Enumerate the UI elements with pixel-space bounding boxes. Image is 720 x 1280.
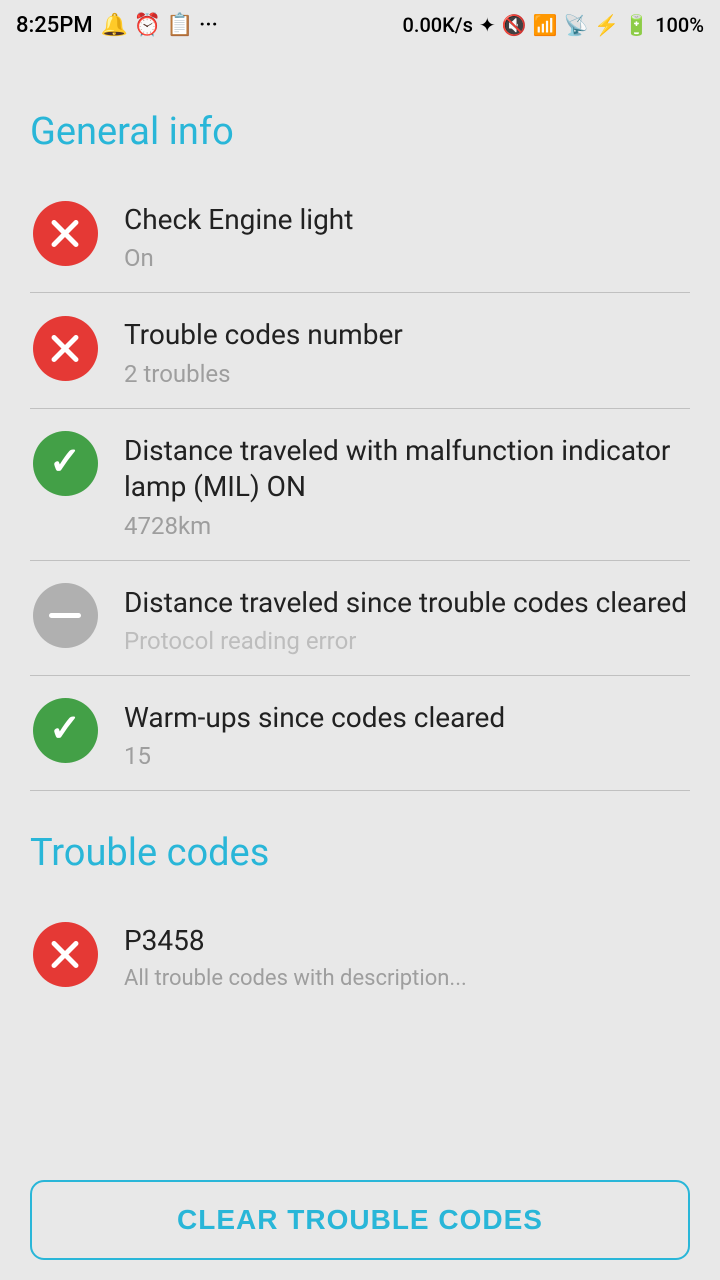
main-content: General info Check Engine light On Troub… <box>0 50 720 1131</box>
battery-icon: ⚡ 🔋 <box>594 13 649 37</box>
trouble-codes-number-title: Trouble codes number <box>124 317 690 353</box>
network-speed: 0.00K/s <box>403 13 473 37</box>
status-left: 8:25PM 🔔 ⏰ 📋 ··· <box>16 13 218 38</box>
general-info-title: General info <box>30 110 690 154</box>
gray-minus-icon <box>33 583 98 648</box>
p3458-text: P3458 All trouble codes with description… <box>124 919 690 990</box>
trouble-codes-number-text: Trouble codes number 2 troubles <box>124 313 690 387</box>
distance-since-clear-value: Protocol reading error <box>124 627 690 655</box>
p3458-item: P3458 All trouble codes with description… <box>30 899 690 1010</box>
check-engine-light-title: Check Engine light <box>124 202 690 238</box>
p3458-icon-container <box>30 919 100 989</box>
status-bar: 8:25PM 🔔 ⏰ 📋 ··· 0.00K/s ✦ 🔇 📶 📡 ⚡ 🔋 100… <box>0 0 720 50</box>
distance-mil-title: Distance traveled with malfunction indic… <box>124 433 690 506</box>
distance-mil-value: 4728km <box>124 512 690 540</box>
p3458-subtitle: All trouble codes with description... <box>124 966 690 991</box>
p3458-code: P3458 <box>124 923 690 959</box>
general-info-section: General info Check Engine light On Troub… <box>30 110 690 791</box>
clear-trouble-codes-button[interactable]: CLEAR TROUBLE CODES <box>30 1180 690 1260</box>
check-engine-light-icon-container <box>30 198 100 268</box>
distance-since-clear-item: Distance traveled since trouble codes cl… <box>30 561 690 676</box>
distance-mil-item: Distance traveled with malfunction indic… <box>30 409 690 561</box>
distance-since-clear-icon-container <box>30 581 100 651</box>
status-right: 0.00K/s ✦ 🔇 📶 📡 ⚡ 🔋 100% <box>403 13 704 37</box>
bottom-button-container: CLEAR TROUBLE CODES <box>0 1164 720 1280</box>
mute-icon: 🔇 <box>502 13 527 37</box>
check-engine-light-text: Check Engine light On <box>124 198 690 272</box>
warmups-since-clear-value: 15 <box>124 742 690 770</box>
distance-since-clear-title: Distance traveled since trouble codes cl… <box>124 585 690 621</box>
red-x-icon-2 <box>33 316 98 381</box>
signal-icon: 📡 <box>563 13 588 37</box>
check-engine-light-value: On <box>124 244 690 272</box>
green-check-icon-2 <box>33 698 98 763</box>
battery-percent: 100% <box>655 13 704 37</box>
distance-since-clear-text: Distance traveled since trouble codes cl… <box>124 581 690 655</box>
red-x-icon <box>33 201 98 266</box>
trouble-codes-number-icon-container <box>30 313 100 383</box>
warmups-since-clear-icon-container <box>30 696 100 766</box>
check-engine-light-item: Check Engine light On <box>30 178 690 293</box>
trouble-codes-section: Trouble codes P3458 All trouble codes wi… <box>30 831 690 1010</box>
distance-mil-text: Distance traveled with malfunction indic… <box>124 429 690 540</box>
trouble-codes-number-item: Trouble codes number 2 troubles <box>30 293 690 408</box>
wifi-icon: 📶 <box>533 13 558 37</box>
warmups-since-clear-title: Warm-ups since codes cleared <box>124 700 690 736</box>
bluetooth-icon: ✦ <box>479 13 496 37</box>
time-display: 8:25PM <box>16 13 93 38</box>
trouble-codes-number-value: 2 troubles <box>124 360 690 388</box>
distance-mil-icon-container <box>30 429 100 499</box>
green-check-icon <box>33 431 98 496</box>
notification-icons: 🔔 ⏰ 📋 ··· <box>101 13 218 38</box>
red-x-partial-icon <box>33 922 98 987</box>
trouble-codes-title: Trouble codes <box>30 831 690 875</box>
warmups-since-clear-text: Warm-ups since codes cleared 15 <box>124 696 690 770</box>
warmups-since-clear-item: Warm-ups since codes cleared 15 <box>30 676 690 791</box>
